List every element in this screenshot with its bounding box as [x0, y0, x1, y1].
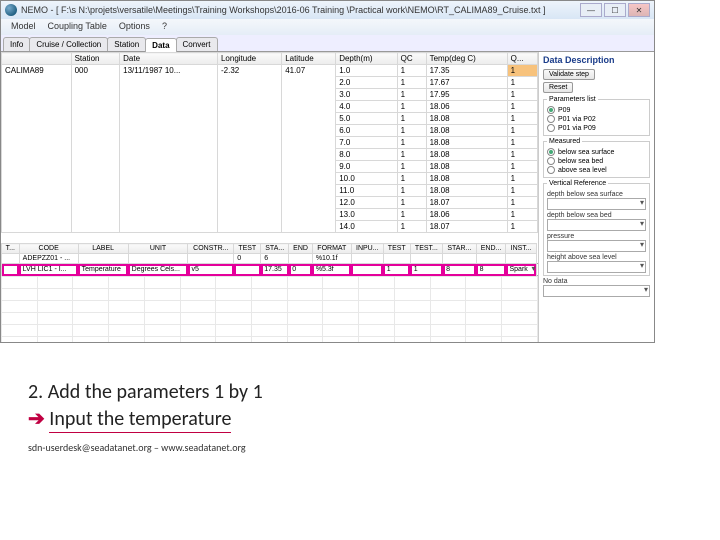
col-header[interactable]: Station — [71, 53, 120, 65]
col-header[interactable]: CODE — [19, 244, 78, 254]
col-header[interactable]: LABEL — [78, 244, 128, 254]
maximize-button[interactable]: ☐ — [604, 3, 626, 17]
vertical-reference-group: Vertical Reference depth below sea surfa… — [543, 180, 650, 276]
select-no-data[interactable] — [543, 285, 650, 297]
minimize-button[interactable]: — — [580, 3, 602, 17]
param-row[interactable]: ADEPZZ01 - ...06%10.1f — [2, 254, 538, 264]
app-window: NEMO - [ F:\s N:\projets\versatile\Meeti… — [0, 0, 655, 343]
col-header[interactable]: INST... — [506, 244, 536, 254]
tab-data[interactable]: Data — [145, 38, 176, 52]
no-data-label: No data — [543, 278, 650, 285]
window-title: NEMO - [ F:\s N:\projets\versatile\Meeti… — [21, 5, 580, 15]
col-header[interactable] — [2, 53, 72, 65]
caption-line1: 2. Add the parameters 1 by 1 — [28, 380, 263, 404]
close-button[interactable]: ✕ — [628, 3, 650, 17]
table-row[interactable]: CALIMA8900013/11/1987 10...-2.3241.071.0… — [2, 65, 538, 77]
select-depth-bed[interactable] — [547, 219, 646, 231]
col-header[interactable]: Latitude — [282, 53, 336, 65]
col-header[interactable]: CONSTR... — [188, 244, 234, 254]
col-header[interactable]: STA... — [261, 244, 289, 254]
arrow-icon: ➔ — [28, 407, 45, 431]
col-header[interactable]: QC — [397, 53, 426, 65]
col-header[interactable]: TEST... — [410, 244, 442, 254]
menubar: Model Coupling Table Options ? — [1, 19, 654, 35]
col-header[interactable]: UNIT — [128, 244, 188, 254]
col-header[interactable]: END... — [476, 244, 506, 254]
radio-above-sea[interactable] — [547, 166, 555, 174]
tab-info[interactable]: Info — [3, 37, 30, 51]
radio-below-bed[interactable] — [547, 157, 555, 165]
col-header[interactable]: END — [289, 244, 313, 254]
slide-caption: 2. Add the parameters 1 by 1 ➔ Input the… — [28, 380, 263, 454]
tab-convert[interactable]: Convert — [176, 37, 218, 51]
menu-options[interactable]: Options — [113, 19, 156, 35]
menu-coupling[interactable]: Coupling Table — [42, 19, 113, 35]
titlebar: NEMO - [ F:\s N:\projets\versatile\Meeti… — [1, 1, 654, 19]
tabstrip: Info Cruise / Collection Station Data Co… — [1, 35, 654, 52]
col-header[interactable]: T... — [2, 244, 20, 254]
col-header[interactable]: Temp(deg C) — [426, 53, 507, 65]
slide-footer: sdn-userdesk@seadatanet.org – www.seadat… — [28, 441, 263, 454]
left-pane: StationDateLongitudeLatitudeDepth(m)QCTe… — [1, 52, 539, 342]
radio-below-surface[interactable] — [547, 148, 555, 156]
select-pressure[interactable] — [547, 240, 646, 252]
select-height[interactable] — [547, 261, 646, 273]
tab-station[interactable]: Station — [107, 37, 146, 51]
col-header[interactable]: Depth(m) — [336, 53, 397, 65]
validate-button[interactable]: Validate step — [543, 69, 595, 80]
data-table[interactable]: StationDateLongitudeLatitudeDepth(m)QCTe… — [1, 52, 538, 233]
col-header[interactable]: INPU... — [351, 244, 383, 254]
parameters-list-group: Parameters list P09 P01 via P02 P01 via … — [543, 96, 650, 136]
col-header[interactable]: Q... — [507, 53, 537, 65]
parameters-table[interactable]: T...CODELABELUNITCONSTR...TESTSTA...ENDF… — [1, 243, 538, 276]
select-depth-surface[interactable] — [547, 198, 646, 210]
radio-p01-p02[interactable] — [547, 115, 555, 123]
caption-line2: Input the temperature — [49, 407, 231, 433]
col-header[interactable]: TEST — [383, 244, 410, 254]
app-icon — [5, 4, 17, 16]
panel-heading: Data Description — [543, 55, 650, 65]
blank-grid — [1, 276, 538, 342]
measured-group: Measured below sea surface below sea bed… — [543, 138, 650, 178]
col-header[interactable]: TEST — [234, 244, 261, 254]
radio-p01-p09[interactable] — [547, 124, 555, 132]
col-header[interactable]: STAR... — [443, 244, 477, 254]
menu-help[interactable]: ? — [156, 19, 173, 35]
menu-model[interactable]: Model — [5, 19, 42, 35]
col-header[interactable]: Longitude — [217, 53, 281, 65]
radio-p09[interactable] — [547, 106, 555, 114]
reset-button[interactable]: Reset — [543, 82, 573, 93]
col-header[interactable]: Date — [120, 53, 218, 65]
right-panel: Data Description Validate step Reset Par… — [539, 52, 654, 342]
param-row[interactable]: LVH LIC1 - I...TemperatureDegrees Cels..… — [2, 264, 538, 276]
col-header[interactable]: FORMAT — [312, 244, 351, 254]
tab-cruise[interactable]: Cruise / Collection — [29, 37, 108, 51]
